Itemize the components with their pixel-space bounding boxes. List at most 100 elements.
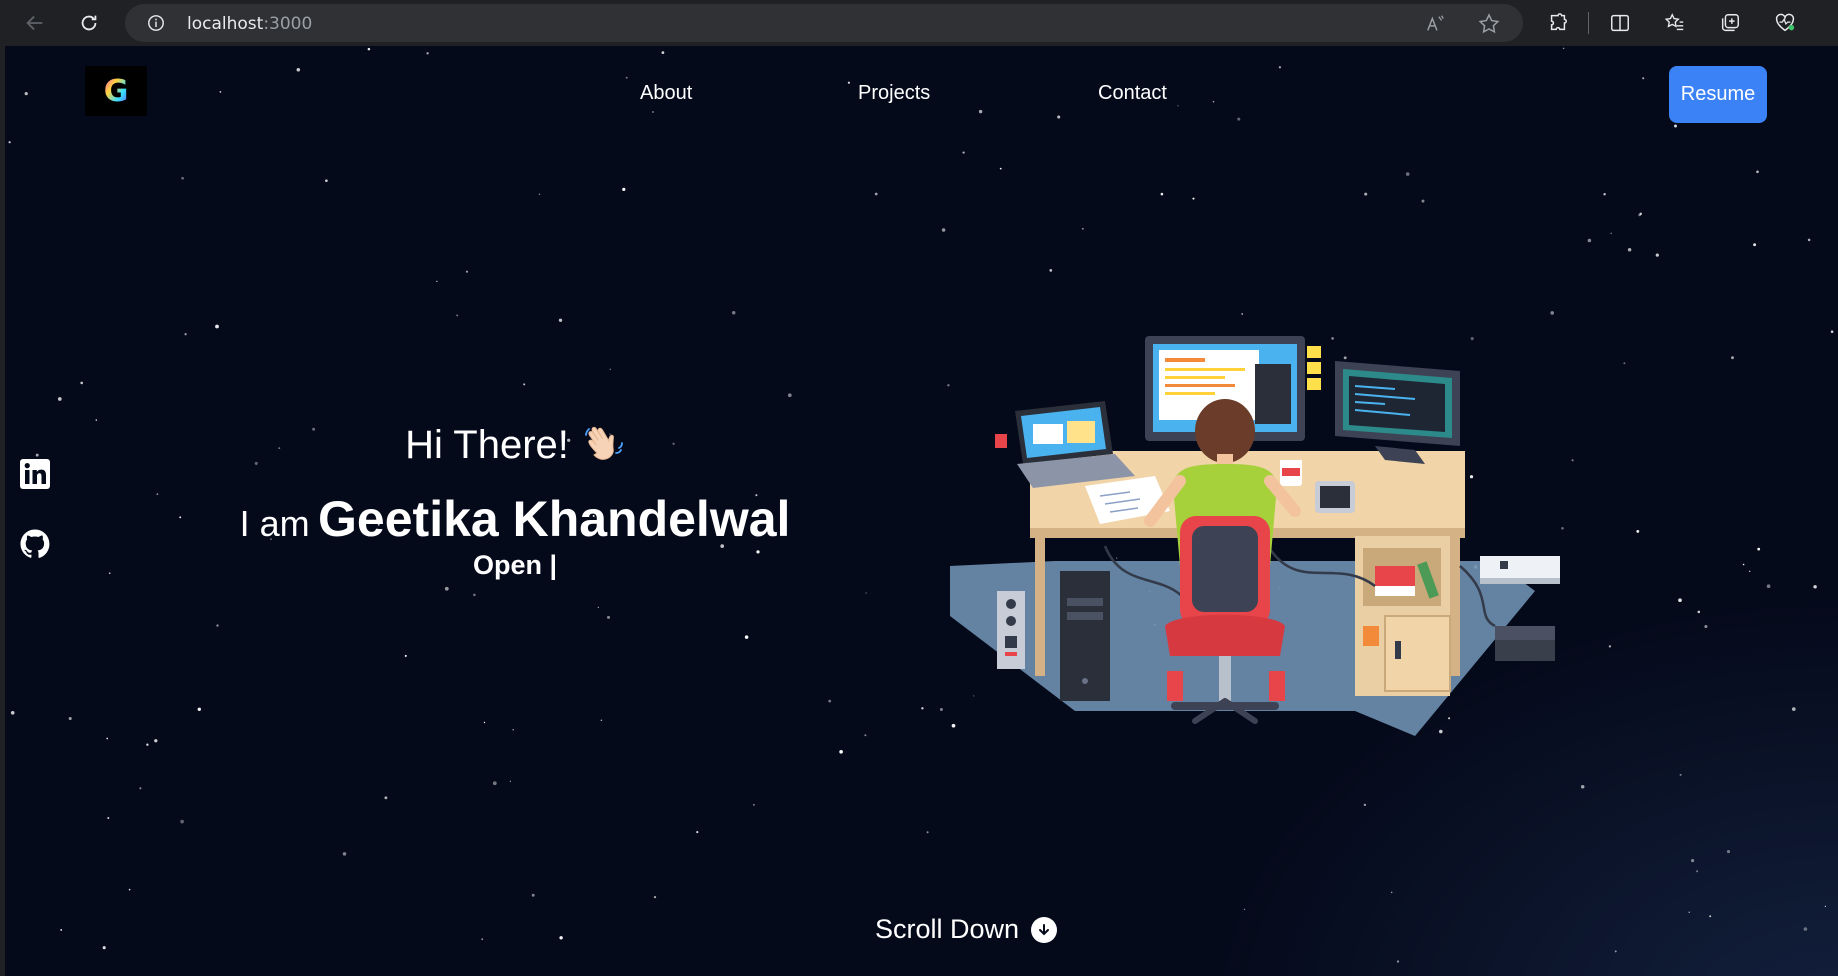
star-dot: [108, 572, 111, 575]
scroll-down-link[interactable]: Scroll Down: [875, 914, 1058, 945]
read-aloud-icon[interactable]: [1425, 13, 1447, 35]
star-dot: [926, 831, 929, 834]
star-dot: [10, 710, 15, 715]
star-dot: [653, 896, 657, 899]
star-dot: [558, 318, 563, 322]
logo-letter: G: [104, 74, 129, 108]
star-dot: [652, 111, 654, 113]
github-icon[interactable]: [19, 528, 51, 560]
star-dot: [473, 593, 476, 597]
star-dot: [1757, 547, 1761, 551]
toolbar-divider: [1588, 12, 1589, 34]
back-arrow-icon: [26, 15, 43, 31]
star-dot: [1608, 645, 1612, 648]
star-dot: [1421, 199, 1425, 203]
star-dot: [1830, 330, 1834, 333]
star-dot: [622, 187, 626, 191]
star-dot: [156, 493, 159, 496]
star-dot: [1791, 707, 1796, 711]
star-dot: [1212, 100, 1215, 103]
star-dot: [436, 280, 438, 283]
star-dot: [60, 928, 63, 931]
hero-text: Hi There! I am Geetika Khandelwal Open |: [205, 422, 825, 581]
star-dot: [874, 192, 878, 196]
scroll-down-label: Scroll Down: [875, 914, 1020, 944]
favorites-button[interactable]: [1660, 8, 1690, 38]
extensions-button[interactable]: [1543, 8, 1573, 38]
star-dot: [1057, 115, 1061, 119]
star-dot: [1697, 610, 1701, 614]
star-dot: [154, 739, 158, 743]
portfolio-page: G About Projects Contact Resume Hi There…: [5, 46, 1838, 976]
url-port: :3000: [263, 14, 313, 34]
star-dot: [296, 68, 301, 72]
star-dot: [600, 719, 603, 721]
star-dot: [1627, 247, 1632, 252]
star-dot: [864, 734, 867, 737]
star-dot: [184, 333, 187, 336]
star-dot: [465, 270, 469, 273]
star-dot: [962, 151, 965, 154]
star-dot: [179, 516, 182, 519]
site-logo[interactable]: G: [85, 66, 147, 116]
star-dot: [492, 781, 497, 786]
star-dot: [1766, 584, 1771, 589]
browser-essentials-button[interactable]: [1770, 8, 1800, 38]
star-dot: [1691, 859, 1695, 863]
star-dot: [731, 310, 736, 315]
back-button[interactable]: [20, 8, 50, 38]
nav-about[interactable]: About: [640, 82, 692, 105]
star-dot: [607, 615, 610, 619]
star-dot: [1623, 362, 1626, 365]
split-screen-button[interactable]: [1605, 8, 1635, 38]
star-dot: [1642, 77, 1645, 80]
star-dot: [696, 831, 699, 834]
star-dot: [1803, 927, 1808, 931]
star-dot: [609, 368, 611, 370]
star-dot: [1243, 908, 1246, 911]
nav-projects[interactable]: Projects: [858, 82, 930, 105]
star-dot: [1614, 950, 1617, 953]
favorite-star-icon[interactable]: [1477, 12, 1501, 36]
favorites-list-icon: [1664, 13, 1684, 31]
star-dot: [661, 51, 665, 54]
star-dot: [1753, 243, 1757, 247]
greeting-text: Hi There!: [405, 423, 569, 467]
star-dot: [1580, 785, 1585, 789]
star-dot: [1679, 773, 1682, 776]
star-dot: [1742, 563, 1745, 566]
star-dot: [139, 787, 142, 790]
star-dot: [1731, 356, 1734, 360]
greeting-line: Hi There!: [205, 422, 825, 474]
star-dot: [978, 109, 983, 114]
collections-button[interactable]: [1715, 8, 1745, 38]
linkedin-icon[interactable]: [19, 458, 51, 490]
resume-button[interactable]: Resume: [1669, 66, 1767, 123]
star-dot: [1390, 891, 1393, 894]
reload-button[interactable]: [74, 8, 104, 38]
star-dot: [8, 141, 11, 144]
star-dot: [1696, 870, 1699, 873]
collections-icon: [1721, 14, 1739, 32]
star-dot: [35, 453, 39, 457]
star-dot: [481, 938, 484, 941]
nav-contact[interactable]: Contact: [1098, 82, 1167, 105]
star-dot: [325, 179, 328, 183]
star-dot: [865, 592, 867, 594]
star-dot: [512, 729, 514, 731]
star-dot: [107, 816, 110, 820]
star-dot: [1674, 124, 1677, 128]
star-dot: [1405, 172, 1410, 176]
star-dot: [180, 819, 184, 824]
star-dot: [1396, 960, 1400, 963]
star-dot: [444, 586, 449, 591]
developer-desk-illustration: [950, 336, 1560, 736]
site-info-icon[interactable]: [147, 14, 165, 32]
address-bar[interactable]: localhost:3000: [125, 4, 1523, 42]
star-dot: [559, 936, 563, 940]
url-host: localhost: [187, 14, 264, 34]
star-dot: [80, 381, 83, 385]
star-dot: [1688, 911, 1690, 913]
waving-hand-icon: [583, 422, 625, 474]
intro-line: I am Geetika Khandelwal: [205, 490, 825, 548]
